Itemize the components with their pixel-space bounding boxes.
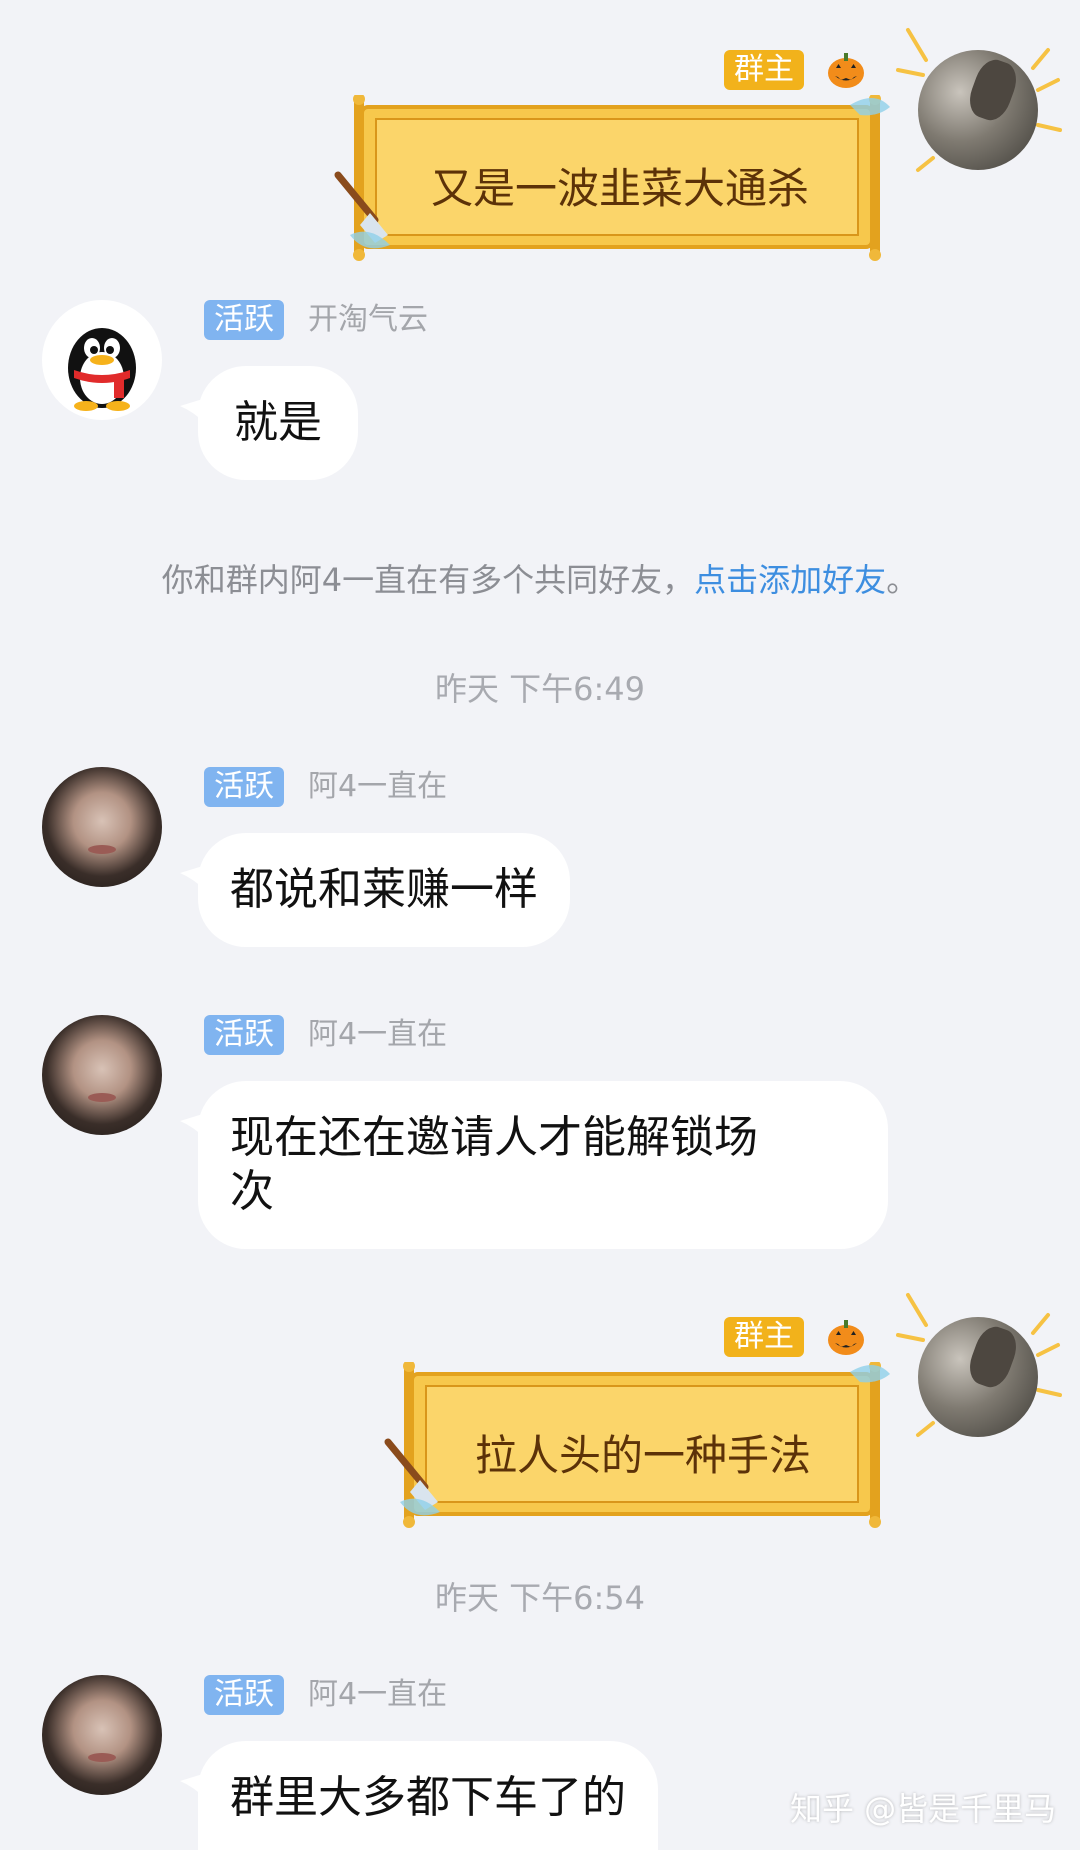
sender-nickname[interactable]: 阿4一直在: [308, 1675, 447, 1715]
user-avatar[interactable]: [42, 767, 162, 887]
sender-nickname[interactable]: 阿4一直在: [308, 1015, 447, 1055]
active-tag: 活跃: [204, 767, 284, 807]
pumpkin-icon: [828, 1320, 864, 1355]
message-text: 都说和莱赚一样: [230, 864, 538, 915]
timestamp: 昨天 下午6:54: [434, 1579, 646, 1617]
message-bubble[interactable]: 现在还在邀请人才能解锁场 次: [198, 1081, 888, 1249]
system-notice: 你和群内阿4一直在有多个共同好友，点击添加好友。: [0, 555, 1080, 601]
scroll-text: 拉人头的一种手法: [474, 1431, 811, 1480]
message-text-line-1: 现在还在邀请人才能解锁场: [230, 1112, 758, 1163]
message-text-line-2: 次: [230, 1166, 274, 1217]
group-owner-avatar[interactable]: [918, 1317, 1038, 1437]
scroll-text: 又是一波韭菜大通杀: [430, 164, 809, 213]
system-notice-text: 你和群内阿4一直在有多个共同好友，: [161, 561, 695, 599]
message-bubble[interactable]: 就是: [198, 366, 358, 480]
message-bubble[interactable]: 都说和莱赚一样: [198, 833, 570, 947]
active-tag: 活跃: [204, 1675, 284, 1715]
group-owner-avatar[interactable]: [918, 50, 1038, 170]
zhihu-watermark: 知乎 @皆是千里马: [790, 1790, 1057, 1828]
timestamp: 昨天 下午6:49: [434, 670, 646, 708]
sender-nickname[interactable]: 开淘气云: [308, 300, 428, 340]
active-tag: 活跃: [204, 1015, 284, 1055]
message-bubble[interactable]: 群里大多都下车了的: [198, 1741, 658, 1850]
sender-nickname[interactable]: 阿4一直在: [308, 767, 447, 807]
user-avatar[interactable]: [42, 1675, 162, 1795]
qq-penguin-icon: [68, 328, 136, 411]
owner-tag: 群主: [724, 1317, 804, 1357]
message-text: 群里大多都下车了的: [230, 1772, 626, 1823]
pumpkin-icon: [828, 53, 864, 88]
qq-avatar[interactable]: [42, 300, 162, 420]
add-friend-link[interactable]: 点击添加好友: [694, 561, 886, 599]
user-avatar[interactable]: [42, 1015, 162, 1135]
system-notice-end: 。: [886, 561, 919, 599]
owner-tag: 群主: [724, 50, 804, 90]
message-text: 就是: [234, 397, 322, 448]
active-tag: 活跃: [204, 300, 284, 340]
